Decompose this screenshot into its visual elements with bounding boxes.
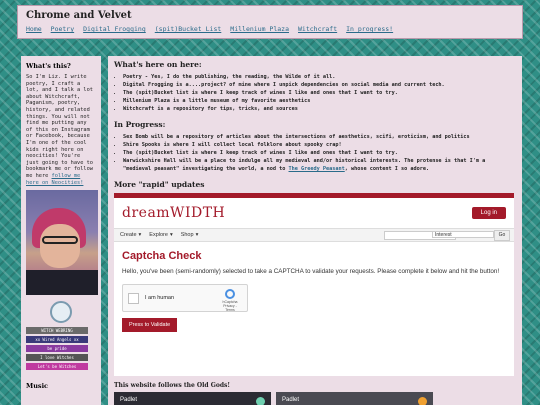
hcaptcha-terms[interactable]: Privacy - Terms — [219, 304, 241, 312]
whats-here-title: What's here on here: — [114, 60, 202, 69]
create-label: Create — [120, 232, 137, 238]
badge-wired-angels[interactable]: xx Wired Angels xx — [26, 336, 88, 344]
captcha-checkbox[interactable] — [128, 292, 139, 304]
main-content: What's here on here: Poetry - Yes, I do … — [108, 56, 522, 405]
nav-poetry[interactable]: Poetry — [51, 25, 74, 33]
search-type-select[interactable]: Interest — [432, 231, 494, 238]
list-item: The (spit)Bucket list is where I keep tr… — [123, 89, 516, 97]
nav-witchcraft[interactable]: Witchcraft — [298, 25, 337, 33]
badge-witch-webring[interactable]: WITCH WEBRING — [26, 327, 88, 335]
padlet-label: Padlet — [282, 397, 300, 403]
greedy-peasant-link[interactable]: The Greedy Peasant — [289, 166, 345, 172]
list-item: Witchcraft is a repository for tips, tri… — [123, 105, 516, 113]
old-gods-title: This website follows the Old Gods! — [114, 382, 231, 389]
padlet-icon — [256, 397, 265, 405]
badge-lets-be-witches[interactable]: Let's be Witches — [26, 363, 88, 371]
nav-explore[interactable]: Explore ▾ — [149, 232, 172, 238]
whats-here-list: Poetry - Yes, I do the publishing, the r… — [114, 73, 516, 113]
avatar-glasses — [42, 236, 78, 245]
padlet-row: Padlet Padlet — [114, 392, 516, 405]
avatar-face — [40, 224, 80, 269]
chevron-down-icon: ▾ — [195, 232, 199, 238]
in-progress-title: In Progress: — [114, 120, 166, 129]
music-title: Music — [26, 382, 49, 391]
emblem-icon — [50, 301, 72, 324]
list-item: Digital Frogging is a....project? of min… — [123, 81, 516, 89]
site-header: Chrome and Velvet Home Poetry Digital Fr… — [17, 5, 523, 39]
in-progress-list: Sex Bomb will be a repository of article… — [114, 133, 516, 173]
captcha-widget: I am human hCaptcha Privacy - Terms — [122, 284, 248, 312]
padlet-card[interactable]: Padlet — [276, 392, 433, 405]
nav-shop[interactable]: Shop ▾ — [181, 232, 199, 238]
badge-i-love-witches[interactable]: I love Witches — [26, 354, 88, 362]
list-item: Sex Bomb will be a repository of article… — [123, 133, 516, 141]
list-item: Warwickshire Hall will be a place to ind… — [123, 157, 516, 173]
captcha-text: Hello, you've been (semi-randomly) selec… — [122, 268, 500, 275]
padlet-icon — [418, 397, 427, 405]
nav-digital-frogging[interactable]: Digital Frogging — [83, 25, 146, 33]
list-item: The (spit)Bucket list is where I keep tr… — [123, 149, 516, 157]
login-button[interactable]: Log in — [471, 207, 506, 219]
badge-buttons: WITCH WEBRING xx Wired Angels xx be prid… — [26, 327, 96, 371]
go-button[interactable]: Go — [494, 230, 510, 241]
warwickshire-tail: , whose content I so adore. — [344, 166, 430, 172]
chevron-down-icon: ▾ — [138, 232, 142, 238]
dreamwidth-header: dreamWIDTH Log in — [114, 198, 514, 228]
rapid-updates-title: More "rapid" updates — [114, 180, 205, 189]
dreamwidth-logo[interactable]: dreamWIDTH — [122, 205, 225, 221]
padlet-label: Padlet — [120, 397, 138, 403]
sidebar-intro: So I'm Liz. I write poetry, I craft a lo… — [26, 74, 96, 186]
validate-button[interactable]: Press to Validate — [122, 318, 178, 332]
captcha-label: I am human — [145, 295, 175, 301]
hcaptcha-icon — [225, 289, 235, 299]
avatar-body — [26, 270, 98, 296]
hcaptcha-logo: hCaptcha Privacy - Terms — [219, 289, 241, 312]
dreamwidth-embed: dreamWIDTH Log in Create ▾ Explore ▾ Shop ▾… — [114, 193, 514, 376]
captcha-section: Captcha Check Hello, you've been (semi-r… — [114, 242, 514, 340]
sidebar: What's this? So I'm Liz. I write poetry,… — [21, 56, 101, 405]
dreamwidth-nav: Create ▾ Explore ▾ Shop ▾ Interest Go — [114, 228, 514, 242]
sidebar-intro-text: So I'm Liz. I write poetry, I craft a lo… — [26, 74, 93, 179]
main-nav: Home Poetry Digital Frogging (spit)Bucke… — [26, 25, 514, 33]
badge-pride[interactable]: be pride — [26, 345, 88, 353]
chevron-down-icon: ▾ — [169, 232, 173, 238]
list-item: Millenium Plaza is a little museum of my… — [123, 97, 516, 105]
nav-in-progress[interactable]: In progress! — [346, 25, 393, 33]
avatar — [26, 190, 98, 296]
site-title: Chrome and Velvet — [26, 10, 132, 21]
padlet-card[interactable]: Padlet — [114, 392, 271, 405]
nav-create[interactable]: Create ▾ — [120, 232, 141, 238]
captcha-title: Captcha Check — [122, 250, 202, 262]
list-item: Poetry - Yes, I do the publishing, the r… — [123, 73, 516, 81]
nav-millenium-plaza[interactable]: Millenium Plaza — [230, 25, 289, 33]
nav-home[interactable]: Home — [26, 25, 42, 33]
explore-label: Explore — [149, 232, 168, 238]
shop-label: Shop — [180, 232, 194, 238]
nav-spit-bucket-list[interactable]: (spit)Bucket List — [155, 25, 222, 33]
list-item: Shire Spooks is where I will collect loc… — [123, 141, 516, 149]
sidebar-title: What's this? — [26, 62, 71, 70]
